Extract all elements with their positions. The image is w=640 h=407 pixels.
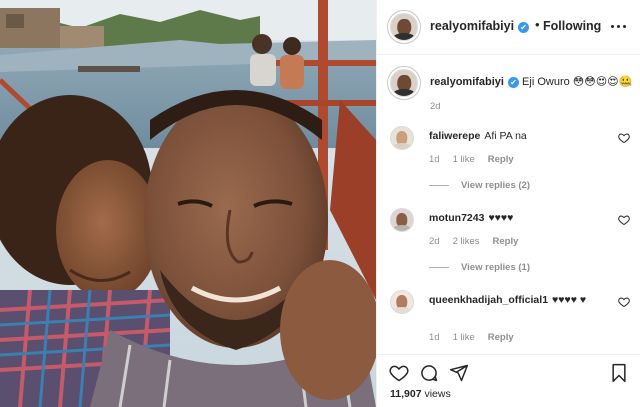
- header-separator: •: [535, 17, 540, 32]
- author-avatar[interactable]: [390, 13, 418, 41]
- post-video-frame: [0, 0, 376, 407]
- bookmark-icon[interactable]: [609, 363, 629, 383]
- comment-body: ♥♥♥♥ ♥: [552, 294, 587, 306]
- post-side-panel: realyomifabiyi ✔ • Following realyomifabi…: [376, 0, 640, 407]
- reply-button[interactable]: Reply: [488, 332, 514, 343]
- post-media[interactable]: [0, 0, 376, 407]
- caption-body: Eji Owuro 😳😳😍😍🤐: [522, 76, 633, 88]
- comment-icon[interactable]: [419, 363, 439, 383]
- comment-time[interactable]: 2d: [429, 236, 440, 247]
- comment-text: faliwerepe Afi PA na: [429, 130, 601, 143]
- caption-username[interactable]: realyomifabiyi: [430, 76, 504, 88]
- comment-text: motun7243 ♥♥♥♥: [429, 212, 601, 225]
- comment-likes[interactable]: 1 like: [453, 154, 475, 165]
- view-replies-button[interactable]: View replies (1): [429, 262, 530, 273]
- heart-icon[interactable]: [389, 363, 409, 383]
- more-options-icon[interactable]: [609, 18, 627, 34]
- caption-text: realyomifabiyi ✔ Eji Owuro 😳😳😍😍🤐: [430, 75, 632, 88]
- author-username[interactable]: realyomifabiyi ✔: [430, 19, 530, 33]
- comment-username[interactable]: queenkhadijah_official1: [429, 294, 548, 306]
- comment-like-icon[interactable]: [618, 296, 630, 308]
- following-button[interactable]: Following: [543, 19, 601, 33]
- comment-username[interactable]: faliwerepe: [429, 130, 480, 142]
- comment-body: ♥♥♥♥: [488, 212, 514, 224]
- comment-likes[interactable]: 1 like: [453, 332, 475, 343]
- comment-text: queenkhadijah_official1 ♥♥♥♥ ♥: [429, 294, 601, 307]
- reply-button[interactable]: Reply: [493, 236, 519, 247]
- reply-button[interactable]: Reply: [488, 154, 514, 165]
- post-actions: 11,907 views: [377, 354, 640, 407]
- comment-meta: 1d 1 like Reply: [429, 332, 514, 343]
- comment-body: Afi PA na: [484, 130, 527, 142]
- commenter-avatar[interactable]: [390, 208, 414, 232]
- verified-badge-icon: ✔: [518, 22, 530, 33]
- commenter-avatar[interactable]: [390, 290, 414, 314]
- views-count[interactable]: 11,907 views: [390, 388, 451, 400]
- comment-likes[interactable]: 2 likes: [453, 236, 480, 247]
- comment-like-icon[interactable]: [618, 214, 630, 226]
- post-header: realyomifabiyi ✔ • Following: [377, 0, 640, 55]
- commenter-avatar[interactable]: [390, 126, 414, 150]
- comment-time[interactable]: 1d: [429, 332, 440, 343]
- comment-meta: 1d 1 like Reply: [429, 154, 514, 165]
- comments-list[interactable]: realyomifabiyi ✔ Eji Owuro 😳😳😍😍🤐 2d faliw…: [377, 56, 640, 354]
- comment-time[interactable]: 1d: [429, 154, 440, 165]
- comment-like-icon[interactable]: [618, 132, 630, 144]
- caption-timestamp[interactable]: 2d: [430, 101, 441, 112]
- comment-username[interactable]: motun7243: [429, 212, 484, 224]
- comment-meta: 2d 2 likes Reply: [429, 236, 518, 247]
- verified-badge-icon: ✔: [507, 77, 519, 88]
- share-icon[interactable]: [449, 363, 469, 383]
- caption-avatar[interactable]: [390, 69, 418, 97]
- view-replies-button[interactable]: View replies (2): [429, 180, 530, 191]
